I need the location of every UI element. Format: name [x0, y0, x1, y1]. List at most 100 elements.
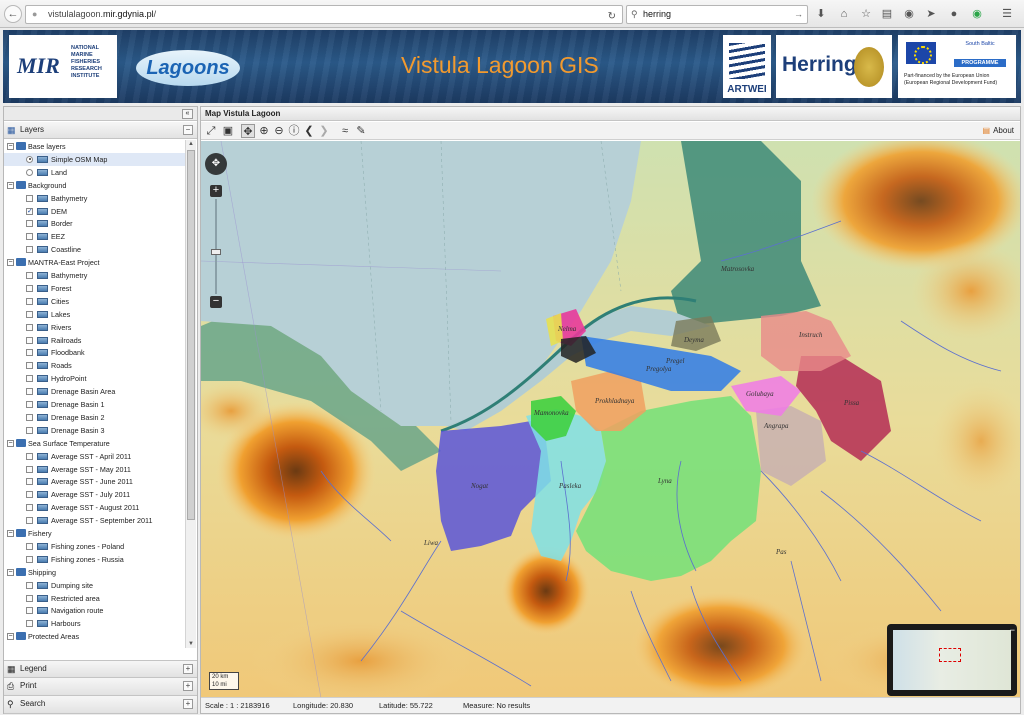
layer-item[interactable]: DEM	[4, 205, 186, 218]
layer-checkbox[interactable]	[26, 426, 33, 434]
map-canvas[interactable]: Nelma Deyma Pregel Pregolya Instruch Prokhlad…	[201, 141, 1020, 698]
mir-logo[interactable]: MIR NATIONAL MARINE FISHERIES RESEARCH I…	[9, 35, 117, 98]
layers-header[interactable]: ▦ Layers −	[4, 122, 197, 139]
pan-control[interactable]: ✥	[205, 153, 227, 175]
address-bar[interactable]: ● vistulalagoon.mir.gdynia.pl/ ↻	[25, 5, 623, 24]
layer-checkbox[interactable]	[26, 413, 33, 421]
layer-group[interactable]: − Base layers	[4, 140, 186, 153]
zoom-slider-handle[interactable]	[211, 249, 221, 255]
layer-checkbox[interactable]	[26, 620, 33, 628]
layer-item[interactable]: Fishing zones - Russia	[4, 553, 186, 566]
layer-item[interactable]: Railroads	[4, 334, 186, 347]
layer-checkbox[interactable]	[26, 336, 33, 344]
print-expand-button[interactable]: +	[183, 681, 193, 691]
expand-toggle-icon[interactable]: −	[7, 143, 14, 150]
menu-icon[interactable]: ☰	[1001, 8, 1013, 20]
layer-item[interactable]: Rivers	[4, 321, 186, 334]
layer-item[interactable]: Restricted area	[4, 592, 186, 605]
legend-header[interactable]: ▦ Legend +	[4, 660, 197, 678]
layer-checkbox[interactable]	[26, 349, 33, 357]
send-icon[interactable]: ➤	[925, 8, 937, 20]
zoom-slider-track[interactable]	[215, 199, 217, 294]
layer-checkbox[interactable]	[26, 478, 33, 486]
layer-item[interactable]: Border	[4, 217, 186, 230]
layer-item[interactable]: Roads	[4, 359, 186, 372]
layer-checkbox[interactable]	[26, 607, 33, 615]
next-view-icon[interactable]: ❯	[317, 124, 331, 138]
expand-toggle-icon[interactable]: −	[7, 259, 14, 267]
layer-item[interactable]: Coastline	[4, 243, 186, 256]
layer-item[interactable]: Fishing zones - Poland	[4, 540, 186, 553]
back-icon[interactable]: ←	[4, 5, 22, 23]
zoom-out-button[interactable]: −	[210, 296, 222, 308]
layer-checkbox[interactable]	[26, 220, 33, 228]
expand-toggle-icon[interactable]: −	[7, 633, 14, 641]
expand-toggle-icon[interactable]: −	[7, 439, 14, 447]
layer-item[interactable]: Bathymetry	[4, 269, 186, 282]
layer-item[interactable]: Drenage Basin 1	[4, 398, 186, 411]
layer-item[interactable]: Lakes	[4, 308, 186, 321]
layer-item[interactable]: EEZ	[4, 230, 186, 243]
overview-map[interactable]: −	[887, 624, 1017, 696]
layer-checkbox[interactable]	[26, 491, 33, 499]
print-header[interactable]: ⎙ Print +	[4, 678, 197, 696]
layer-item[interactable]: Floodbank	[4, 346, 186, 359]
pocket-icon[interactable]: ◉	[903, 8, 915, 20]
layer-item[interactable]: Drenage Basin 3	[4, 424, 186, 437]
eu-logo[interactable]: South Baltic PROGRAMME Part-financed by t…	[898, 35, 1016, 98]
legend-expand-button[interactable]: +	[183, 664, 193, 674]
zoom-in-tool-icon[interactable]: ⊕	[257, 124, 271, 138]
layer-item[interactable]: Dumping site	[4, 579, 186, 592]
layer-group[interactable]: − Sea Surface Temperature	[4, 437, 186, 450]
previous-view-icon[interactable]: ❮	[302, 124, 316, 138]
about-button[interactable]: ▤ About	[983, 125, 1014, 137]
layer-item[interactable]: Cities	[4, 295, 186, 308]
layer-checkbox[interactable]	[26, 504, 33, 512]
layer-checkbox[interactable]	[26, 517, 33, 525]
layer-checkbox[interactable]	[26, 465, 33, 473]
layer-checkbox[interactable]	[26, 542, 33, 550]
layer-item[interactable]: HydroPoint	[4, 372, 186, 385]
layer-checkbox[interactable]	[26, 233, 33, 241]
scroll-down-icon[interactable]: ▼	[187, 640, 195, 648]
layer-item[interactable]: Forest	[4, 282, 186, 295]
layer-checkbox[interactable]	[26, 388, 33, 396]
chat-icon[interactable]: ●	[948, 8, 960, 20]
overview-map-canvas[interactable]	[893, 630, 1011, 690]
layers-collapse-button[interactable]: −	[183, 125, 193, 135]
layer-checkbox[interactable]	[26, 452, 33, 460]
layer-radio[interactable]	[26, 155, 33, 163]
layer-checkbox[interactable]	[26, 297, 33, 305]
layer-checkbox[interactable]	[26, 284, 33, 292]
zoom-box-icon[interactable]: ▣	[221, 124, 235, 138]
layer-checkbox[interactable]	[26, 272, 33, 279]
layer-checkbox[interactable]	[26, 375, 33, 383]
home-icon[interactable]: ⌂	[838, 8, 850, 20]
layer-checkbox[interactable]	[26, 205, 33, 218]
layer-checkbox[interactable]	[26, 581, 33, 589]
layer-group[interactable]: − Background	[4, 179, 186, 192]
layer-item[interactable]: Average SST - August 2011	[4, 501, 186, 514]
pan-tool-icon[interactable]: ✥	[241, 124, 255, 138]
collapse-panel-button[interactable]: «	[182, 109, 193, 119]
measure-area-icon[interactable]: ✎	[354, 124, 368, 138]
extension-icon[interactable]: ◉	[971, 8, 983, 20]
search-header[interactable]: ⚲ Search +	[4, 696, 197, 714]
layer-checkbox[interactable]	[26, 594, 33, 602]
artwei-logo[interactable]: ARTWEI	[723, 35, 771, 98]
scroll-up-icon[interactable]: ▲	[187, 140, 195, 148]
zoom-extent-icon[interactable]: ⤢	[204, 124, 218, 138]
layer-item[interactable]: Harbours	[4, 617, 186, 630]
layer-checkbox[interactable]	[26, 310, 33, 318]
layer-group[interactable]: − Shipping	[4, 566, 186, 579]
layer-tree-scrollbar[interactable]: ▲ ▼	[185, 140, 196, 648]
layer-checkbox[interactable]	[26, 194, 33, 202]
expand-toggle-icon[interactable]: −	[7, 530, 14, 537]
search-go-icon[interactable]: →	[794, 6, 803, 23]
expand-toggle-icon[interactable]: −	[7, 181, 14, 189]
layer-checkbox[interactable]	[26, 401, 33, 408]
info-tool-icon[interactable]: ⓘ	[287, 124, 301, 138]
scroll-thumb[interactable]	[187, 150, 195, 520]
layer-group[interactable]: − Protected Areas	[4, 630, 186, 643]
expand-toggle-icon[interactable]: −	[7, 568, 14, 576]
